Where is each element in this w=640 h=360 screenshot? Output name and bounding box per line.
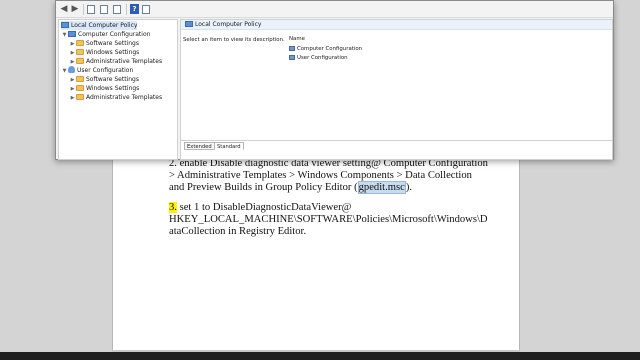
tree-item-uc-administrative-templates[interactable]: ▶ Administrative Templates xyxy=(69,93,162,102)
tree-item-user-configuration[interactable]: ▼ User Configuration xyxy=(61,66,133,75)
up-folder-icon[interactable] xyxy=(87,5,95,14)
tree-pane: Local Computer Policy ▼ Computer Configur… xyxy=(58,19,178,160)
folder-icon xyxy=(76,76,84,82)
tree-label: Local Computer Policy xyxy=(71,22,138,29)
gpedit-window: ◀ ▶ ? Local Computer Policy ▼ Computer Co… xyxy=(55,0,614,160)
chevron-right-icon[interactable]: ▶ xyxy=(69,94,76,103)
doc-line-3-post: ). xyxy=(405,182,412,193)
tree-item-local-computer-policy[interactable]: Local Computer Policy xyxy=(61,21,138,30)
tree-item-cc-windows-settings[interactable]: ▶ Windows Settings xyxy=(69,48,139,57)
list-item-computer-configuration[interactable]: Computer Configuration xyxy=(289,46,362,52)
show-hide-tree-icon[interactable] xyxy=(100,5,108,14)
folder-icon xyxy=(76,85,84,91)
folder-icon xyxy=(76,94,84,100)
tree-label: Software Settings xyxy=(86,40,139,47)
doc-line-4-rest: set 1 to DisableDiagnosticDataViewer@ xyxy=(176,202,352,213)
document-page[interactable]: 2. enable Disable diagnostic data viewer… xyxy=(112,150,520,350)
details-header: Local Computer Policy xyxy=(181,20,612,30)
properties-icon[interactable] xyxy=(113,5,121,14)
doc-line-4: 3. set 1 to DisableDiagnosticDataViewer@ xyxy=(169,202,351,214)
tree-label: Windows Settings xyxy=(86,49,140,56)
taskbar xyxy=(0,352,640,360)
tree-item-computer-configuration[interactable]: ▼ Computer Configuration xyxy=(61,30,150,39)
folder-icon xyxy=(76,49,84,55)
policy-icon xyxy=(61,22,69,28)
back-arrow-icon[interactable]: ◀ xyxy=(59,4,69,14)
details-pane: Local Computer Policy Select an item to … xyxy=(180,19,613,160)
folder-icon xyxy=(76,58,84,64)
doc-line-3-pre: and Preview Builds in Group Policy Edito… xyxy=(169,182,358,193)
list-item-user-configuration[interactable]: User Configuration xyxy=(289,55,348,61)
chevron-down-icon[interactable]: ▼ xyxy=(61,31,68,40)
toolbar-separator xyxy=(126,4,127,15)
tree-label: User Configuration xyxy=(77,67,134,74)
tab-extended[interactable]: Extended xyxy=(184,142,215,150)
tree-label: Windows Settings xyxy=(86,85,140,92)
tree-label: Computer Configuration xyxy=(78,31,151,38)
user-icon xyxy=(68,66,75,73)
tree-label: Administrative Templates xyxy=(86,58,163,65)
list-item-label: User Configuration xyxy=(297,55,348,61)
column-header-name[interactable]: Name xyxy=(289,36,305,42)
tree-item-uc-windows-settings[interactable]: ▶ Windows Settings xyxy=(69,84,139,93)
computer-icon xyxy=(289,46,295,51)
computer-icon xyxy=(68,31,76,37)
chevron-down-icon[interactable]: ▼ xyxy=(61,67,68,76)
gpedit-highlight: gpedit.msc xyxy=(357,181,406,194)
doc-line-5: HKEY_LOCAL_MACHINE\SOFTWARE\Policies\Mic… xyxy=(169,214,488,225)
tree-label: Administrative Templates xyxy=(86,94,163,101)
step-3-number: 3. xyxy=(169,202,177,213)
tree-item-cc-administrative-templates[interactable]: ▶ Administrative Templates xyxy=(69,57,162,66)
doc-line-3: and Preview Builds in Group Policy Edito… xyxy=(169,181,412,194)
description-text: Select an item to view its description. xyxy=(183,37,285,43)
help-icon[interactable]: ? xyxy=(130,4,139,14)
view-icon[interactable] xyxy=(142,5,150,14)
tabs-bar: Extended Standard xyxy=(181,140,612,150)
toolbar: ◀ ▶ ? xyxy=(56,1,613,18)
toolbar-separator xyxy=(83,4,84,15)
policy-icon xyxy=(185,21,193,27)
tab-standard[interactable]: Standard xyxy=(214,142,244,150)
doc-line-6: ataCollection in Registry Editor. xyxy=(169,226,307,237)
details-header-title: Local Computer Policy xyxy=(195,21,262,28)
tree-label: Software Settings xyxy=(86,76,139,83)
forward-arrow-icon[interactable]: ▶ xyxy=(70,4,80,14)
user-icon xyxy=(289,55,295,60)
tree-item-cc-software-settings[interactable]: ▶ Software Settings xyxy=(69,39,139,48)
list-item-label: Computer Configuration xyxy=(297,46,363,52)
folder-icon xyxy=(76,40,84,46)
tree-item-uc-software-settings[interactable]: ▶ Software Settings xyxy=(69,75,139,84)
doc-line-2: > Administrative Templates > Windows Com… xyxy=(169,170,472,181)
